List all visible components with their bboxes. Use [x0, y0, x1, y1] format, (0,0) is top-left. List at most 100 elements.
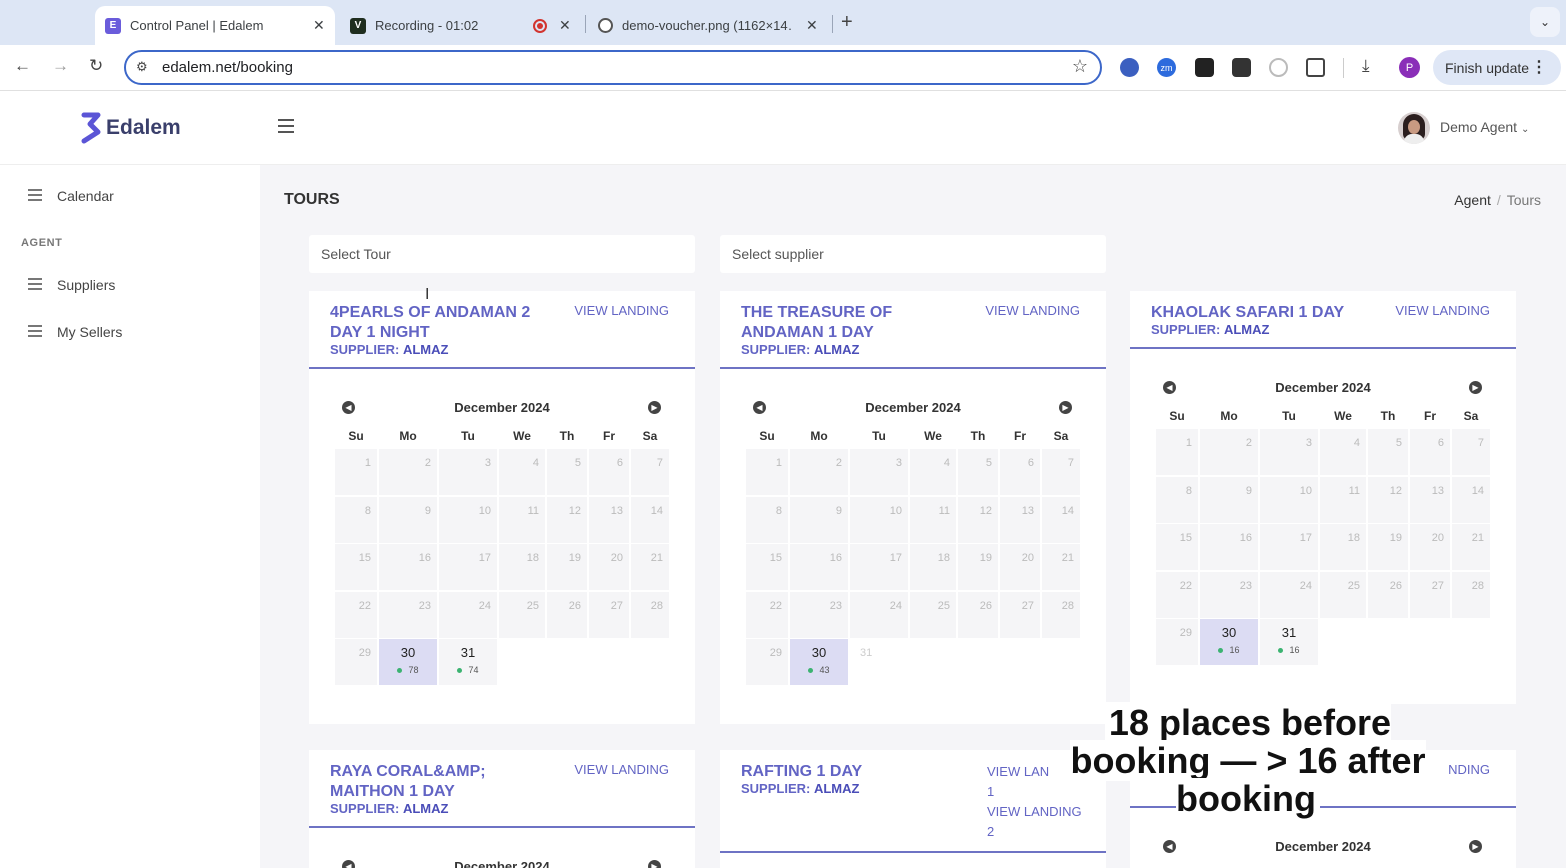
view-landing-link[interactable]: NDING — [1448, 762, 1490, 777]
view-landing-link[interactable]: VIEW LAN 1 — [987, 762, 1049, 802]
zoom-extension-icon[interactable]: zm — [1157, 58, 1176, 77]
tour-card: RAYA CORAL&AMP; MAITHON 1 DAY SUPPLIER: … — [309, 750, 695, 868]
date-cell: 11 — [910, 496, 956, 543]
tour-title[interactable]: RAYA CORAL&AMP; MAITHON 1 DAY — [330, 762, 560, 802]
toolbar-divider — [1343, 58, 1344, 78]
tour-title[interactable]: RAFTING 1 DAY — [741, 762, 971, 782]
tour-supplier: SUPPLIER: ALMAZ — [741, 781, 860, 796]
weekday-label: Fr — [1014, 429, 1026, 443]
sidebar-item-my-sellers[interactable]: My Sellers — [28, 324, 122, 340]
date-cell: 16 — [1200, 524, 1258, 570]
back-icon[interactable]: ← — [14, 56, 31, 76]
availability-dot-icon — [457, 668, 463, 674]
next-month-icon[interactable]: ▶ — [648, 860, 661, 868]
brand-name: Edalem — [106, 116, 181, 139]
month-label: December 2024 — [454, 400, 550, 415]
date-cell: 3 — [1260, 429, 1318, 475]
date-cell: 11 — [499, 496, 545, 543]
view-landing-link[interactable]: VIEW LANDING — [1395, 303, 1490, 318]
tour-title[interactable]: KHAOLAK SAFARI 1 DAY — [1151, 303, 1411, 323]
select-supplier-dropdown[interactable]: Select supplier — [720, 235, 1106, 273]
tour-card: KHAOLAK SAFARI 1 DAY SUPPLIER: ALMAZ VIE… — [1130, 291, 1516, 704]
tour-title[interactable]: THE TREASURE OF ANDAMAN 1 DAY — [741, 303, 971, 343]
next-month-icon[interactable]: ▶ — [1059, 401, 1072, 414]
breadcrumb-agent[interactable]: Agent — [1454, 192, 1491, 208]
view-landing-link[interactable]: VIEW LANDING — [985, 303, 1080, 318]
new-tab-icon[interactable]: + — [841, 11, 853, 34]
user-avatar[interactable] — [1398, 112, 1430, 144]
sidebar-item-suppliers[interactable]: Suppliers — [28, 277, 115, 293]
seat-count: 43 — [819, 665, 830, 675]
date-cell: 4 — [1320, 429, 1366, 475]
tab-search-chevron-icon[interactable]: ⌄ — [1530, 7, 1560, 37]
puzzle-extensions-icon[interactable] — [1306, 58, 1325, 77]
video-caption: 18 places before booking — > 16 after bo… — [1070, 702, 1426, 819]
date-cell: 6 — [1410, 429, 1450, 475]
breadcrumb: Agent / Tours — [1454, 192, 1541, 208]
next-month-icon[interactable]: ▶ — [1469, 840, 1482, 853]
date-cell: 3 — [439, 449, 497, 495]
seat-count: 16 — [1229, 645, 1240, 655]
date-cell: 28 — [1042, 591, 1080, 638]
tab-divider — [585, 15, 586, 33]
extension-shield-icon[interactable] — [1120, 58, 1139, 77]
pen-extension-icon[interactable] — [1195, 58, 1214, 77]
download-icon[interactable]: ⤓ — [1362, 56, 1370, 76]
forward-icon[interactable]: → — [52, 56, 69, 76]
url-text[interactable]: edalem.net/booking — [162, 59, 293, 76]
close-icon[interactable]: ✕ — [313, 17, 325, 34]
profile-avatar[interactable]: P — [1399, 57, 1420, 78]
weekday-label: Sa — [642, 429, 658, 443]
date-cell: 17 — [1260, 524, 1318, 570]
close-icon[interactable]: ✕ — [559, 17, 571, 34]
date-cell: 21 — [631, 544, 669, 590]
select-tour-dropdown[interactable]: Select Tour — [309, 235, 695, 273]
menu-dots-icon[interactable]: ⋮ — [1531, 57, 1547, 77]
edalem-icon: E — [105, 17, 121, 34]
date-cell: 14 — [631, 496, 669, 543]
date-cell: 22 — [746, 591, 788, 638]
compass-extension-icon[interactable] — [1269, 58, 1288, 77]
available-date-cell[interactable]: 31 16 — [1260, 619, 1318, 665]
reload-icon[interactable]: ↻ — [89, 56, 103, 76]
date-cell: 20 — [589, 544, 629, 590]
address-bar[interactable]: ⚙ edalem.net/booking ☆ — [124, 50, 1102, 85]
cup-extension-icon[interactable] — [1232, 58, 1251, 77]
date-cell: 28 — [631, 591, 669, 638]
availability-dot-icon — [1278, 648, 1284, 654]
date-cell: 19 — [547, 544, 587, 590]
next-month-icon[interactable]: ▶ — [648, 401, 661, 414]
sidebar-item-calendar[interactable]: Calendar — [28, 188, 114, 204]
hamburger-menu-icon[interactable] — [278, 119, 294, 137]
date-cell: 2 — [790, 449, 848, 495]
available-date-cell[interactable]: 30 16 — [1200, 619, 1258, 665]
tab-recording[interactable]: V Recording - 01:02 ✕ — [343, 6, 583, 45]
weekday-label: We — [513, 429, 531, 443]
browser-toolbar: ← → ↻ ⚙ edalem.net/booking ☆ zm ⤓ P Fini… — [0, 45, 1566, 91]
site-settings-icon[interactable]: ⚙ — [136, 59, 148, 75]
available-date-cell[interactable]: 31 74 — [439, 639, 497, 685]
user-menu[interactable]: Demo Agent ⌄ — [1440, 119, 1529, 135]
date-cell: 26 — [547, 591, 587, 638]
tour-title[interactable]: 4PEARLS OF ANDAMAN 2 DAY 1 NIGHT — [330, 303, 560, 343]
sidebar: Calendar AGENT Suppliers My Sellers — [0, 165, 260, 868]
available-date-cell[interactable]: 30 43 — [790, 639, 848, 685]
date-cell: 13 — [589, 496, 629, 543]
bookmark-star-icon[interactable]: ☆ — [1072, 56, 1088, 77]
tour-card: 4PEARLS OF ANDAMAN 2 DAY 1 NIGHT SUPPLIE… — [309, 291, 695, 724]
tab-demo-voucher[interactable]: demo-voucher.png (1162×14… ✕ — [590, 6, 830, 45]
view-landing-link[interactable]: VIEW LANDING — [574, 762, 669, 777]
next-month-icon[interactable]: ▶ — [1469, 381, 1482, 394]
weekday-label: Tu — [1282, 409, 1296, 423]
tab-control-panel[interactable]: E Control Panel | Edalem ✕ — [95, 6, 335, 45]
close-icon[interactable]: ✕ — [806, 17, 818, 34]
finish-update-button[interactable]: Finish update ⋮ — [1433, 50, 1561, 85]
date-cell: 25 — [910, 591, 956, 638]
date-cell: 31 — [850, 639, 908, 685]
view-landing-link[interactable]: VIEW LANDING — [574, 303, 669, 318]
date-cell: 26 — [958, 591, 998, 638]
brand-logo[interactable]: Edalem — [80, 112, 181, 144]
date-cell: 28 — [1452, 571, 1490, 618]
date-cell: 12 — [547, 496, 587, 543]
available-date-cell[interactable]: 30 78 — [379, 639, 437, 685]
